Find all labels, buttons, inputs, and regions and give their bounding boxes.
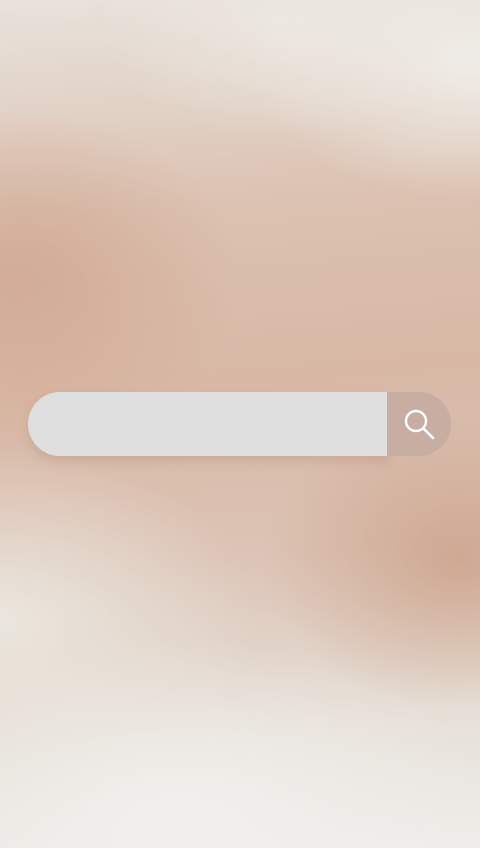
search-bar — [28, 392, 451, 456]
page: { "search": { "value": "", "placeholder"… — [0, 0, 480, 848]
search-input[interactable] — [28, 392, 390, 456]
search-button[interactable] — [387, 392, 451, 456]
search-icon — [401, 406, 437, 442]
